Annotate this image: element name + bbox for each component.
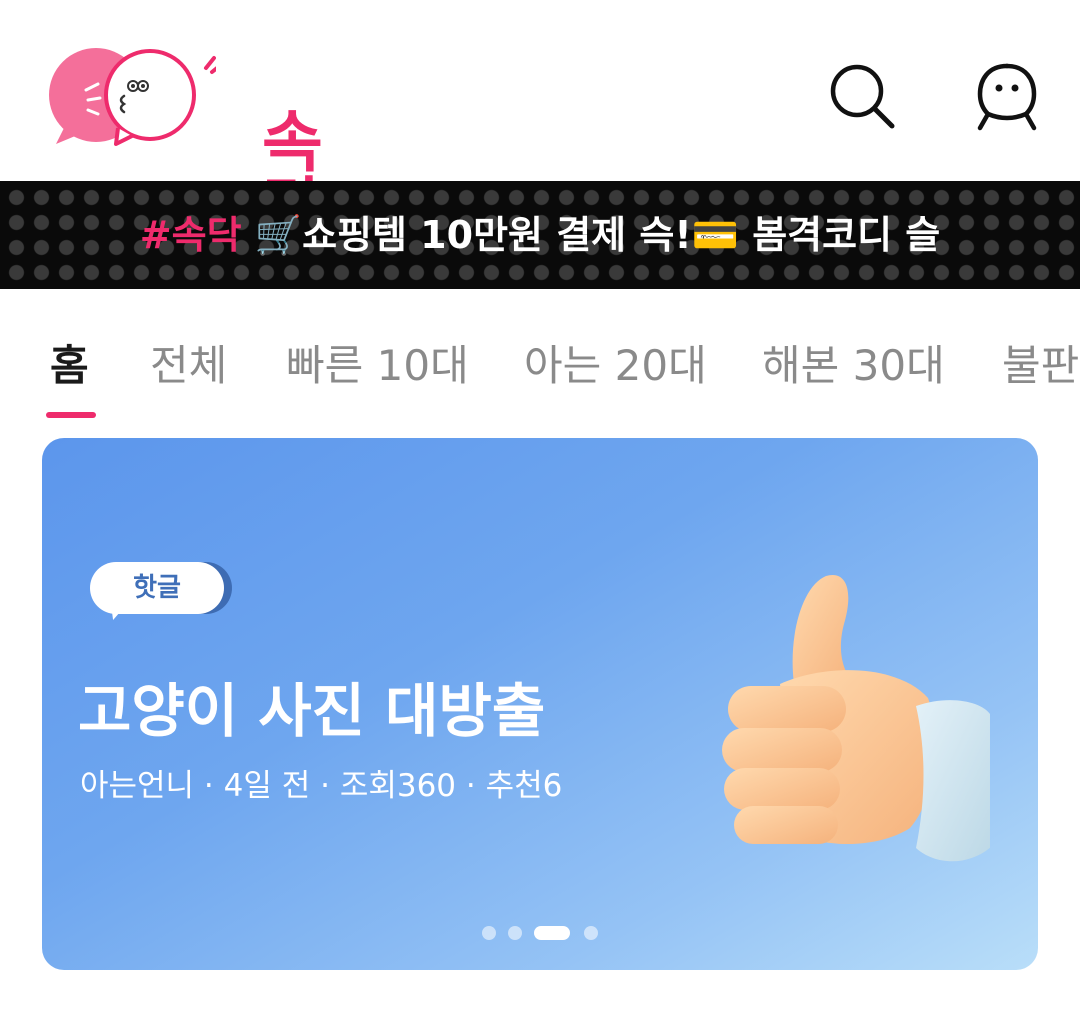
tab-home[interactable]: 홈 bbox=[50, 332, 89, 393]
carousel-dot-3[interactable] bbox=[534, 926, 570, 940]
app-header: 속닥 bbox=[0, 0, 1080, 242]
carousel-dot-4[interactable] bbox=[584, 926, 598, 940]
hot-post-badge: 핫글 bbox=[133, 573, 181, 603]
tab-twenties[interactable]: 아는 20대 bbox=[524, 332, 707, 393]
thumbs-up-icon bbox=[722, 574, 990, 862]
tab-all[interactable]: 전체 bbox=[150, 332, 227, 393]
category-tabs: 홈 전체 빠른 10대 아는 20대 해본 30대 불판 bbox=[0, 300, 1080, 420]
banner-meta: 아는언니 · 4일 전 · 조회360 · 추천6 bbox=[80, 768, 563, 804]
tab-teens[interactable]: 빠른 10대 bbox=[286, 332, 469, 393]
ticker-message-part2: 💳 봄격코디 슬 bbox=[691, 213, 941, 257]
profile-button[interactable] bbox=[972, 62, 1042, 132]
banner-title: 고양이 사진 대방출 bbox=[78, 677, 546, 745]
ticker-hashtag: #속닥 bbox=[139, 213, 242, 257]
carousel-pagination bbox=[482, 924, 602, 940]
carousel-dot-1[interactable] bbox=[482, 926, 496, 940]
tab-bulpan[interactable]: 불판 bbox=[1002, 332, 1079, 393]
logo-chat-bubbles-icon bbox=[49, 48, 216, 146]
app-logo[interactable]: 속닥 bbox=[46, 44, 346, 242]
notice-ticker[interactable]: #속닥 🛒쇼핑템 10만원 결제 슥!💳 봄격코디 슬 bbox=[0, 181, 1080, 289]
ticker-message-part1: 🛒쇼핑템 10만원 결제 슥! bbox=[241, 213, 692, 257]
active-tab-indicator bbox=[46, 412, 96, 418]
search-icon bbox=[830, 64, 895, 129]
tab-thirties[interactable]: 해본 30대 bbox=[762, 332, 945, 393]
ticker-text: #속닥 🛒쇼핑템 10만원 결제 슥!💳 봄격코디 슬 bbox=[0, 181, 1080, 289]
search-button[interactable] bbox=[828, 62, 898, 132]
carousel-dot-2[interactable] bbox=[508, 926, 522, 940]
featured-banner[interactable]: 핫글 고양이 사진 대방출 아는언니 · 4일 전 · 조회360 · 추천6 bbox=[42, 438, 1038, 970]
profile-icon bbox=[977, 63, 1037, 131]
